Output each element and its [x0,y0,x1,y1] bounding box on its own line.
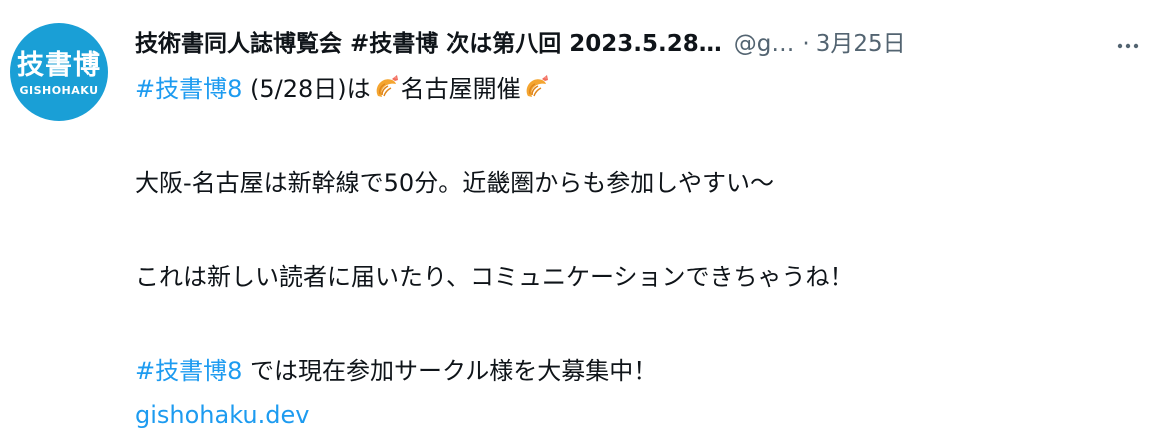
tweet-text-segment: では現在参加サークル様を大募集中！ [242,357,658,385]
separator-dot: · [802,31,810,57]
tweet-text-segment: 名古屋開催 [400,75,521,103]
tweet-header: 技術書同人誌博覧会 #技書博 次は第八回 2023.5.28… @g… · 3月… [135,22,1145,66]
tweet-line-2: 大阪-名古屋は新幹線で50分。近畿圏からも参加しやすい〜 [135,160,1145,207]
url-link[interactable]: gishohaku.dev [135,401,309,429]
tweet-line-1: #技書博8 (5/28日)は 名古屋開催 [135,66,1145,113]
tweet-line-3: これは新しい読者に届いたり、コミュニケーションできちゃうね！ [135,254,1145,301]
user-handle[interactable]: @g… [734,22,795,66]
tweet-text: #技書博8 (5/28日)は 名古屋開催 大阪-名古屋は新幹線で50分。近畿圏か… [135,66,1145,435]
more-options-button[interactable] [1108,26,1148,66]
tweet-text-segment: (5/28日)は [242,75,371,103]
hashtag-link[interactable]: #技書博8 [135,75,242,103]
fried-shrimp-emoji [522,71,550,99]
more-horizontal-icon [1116,34,1140,58]
avatar-logo-subtext: GISHOHAKU [19,83,99,97]
tweet-line-4: #技書博8 では現在参加サークル様を大募集中！ [135,348,1145,395]
tweet[interactable]: 技書博 GISHOHAKU 技術書同人誌博覧会 #技書博 次は第八回 2023.… [0,0,1162,429]
tweet-line-5: gishohaku.dev [135,395,1145,435]
tweet-text-segment: 大阪-名古屋は新幹線で50分。近畿圏からも参加しやすい〜 [135,169,774,197]
avatar-logo-text: 技書博 [17,49,101,81]
display-name[interactable]: 技術書同人誌博覧会 #技書博 次は第八回 2023.5.28… [135,22,722,66]
hashtag-link[interactable]: #技書博8 [135,357,242,385]
tweet-date[interactable]: 3月25日 [816,22,906,66]
avatar[interactable]: 技書博 GISHOHAKU [10,23,108,121]
tweet-text-segment: これは新しい読者に届いたり、コミュニケーションできちゃうね！ [135,263,854,291]
fried-shrimp-emoji [372,71,400,99]
